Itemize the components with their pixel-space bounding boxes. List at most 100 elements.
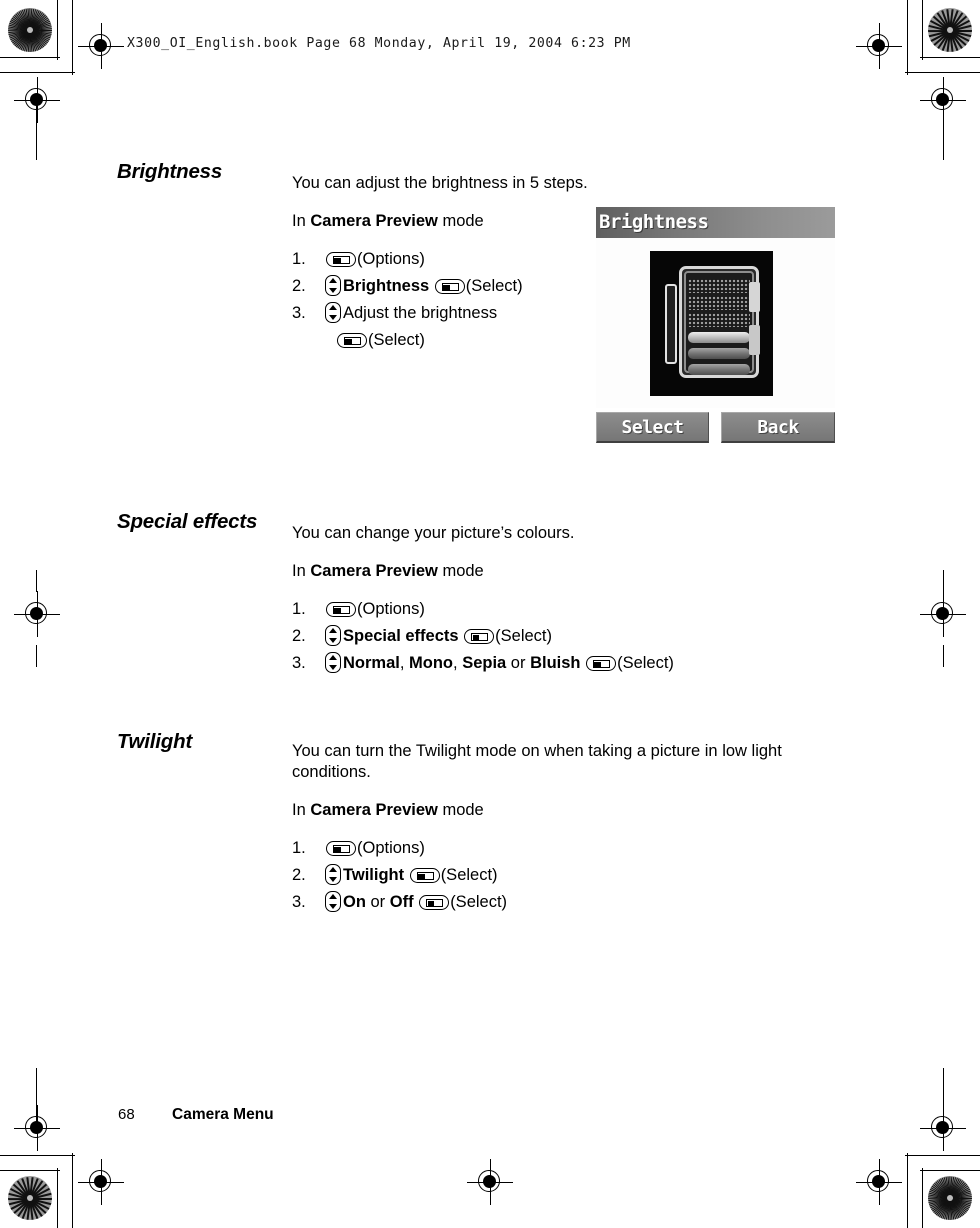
- step-number: 1.: [292, 600, 306, 618]
- step-number: 3.: [292, 654, 306, 672]
- separator: ,: [453, 654, 463, 672]
- photo-left-rail: [665, 284, 677, 364]
- step-item: 1. (Options): [292, 596, 852, 623]
- crop-line: [921, 0, 923, 60]
- special-effects-intro-paragraph: You can change your picture’s colours.: [292, 524, 575, 542]
- option-normal: Normal: [343, 654, 400, 672]
- softkey-icon[interactable]: [419, 895, 450, 910]
- separator-or: or: [506, 654, 531, 672]
- softkey-icon[interactable]: [409, 868, 440, 883]
- brightness-preview-photo: [650, 251, 773, 396]
- step-text: (Options): [357, 600, 425, 618]
- crop-line: [920, 57, 980, 59]
- mode-bold: Camera Preview: [310, 562, 438, 580]
- phone-screen-body: [596, 238, 835, 408]
- section-heading-special-effects: Special effects: [117, 510, 258, 533]
- registration-mark: [856, 1159, 902, 1205]
- star-target-mark: [8, 1176, 52, 1220]
- photo-dim-bar: [688, 364, 750, 375]
- crop-line: [72, 0, 74, 75]
- page-footer: 68 Camera Menu: [118, 1106, 274, 1124]
- star-target-mark: [928, 8, 972, 52]
- option-mono: Mono: [409, 654, 454, 672]
- navigation-key-icon[interactable]: [325, 864, 341, 885]
- step-text: (Options): [357, 250, 425, 268]
- phone-softkey-back[interactable]: Back: [721, 412, 835, 443]
- crop-line: [0, 72, 75, 74]
- option-bluish: Bluish: [530, 654, 581, 672]
- navigation-key-icon[interactable]: [325, 302, 341, 323]
- softkey-icon[interactable]: [326, 252, 356, 267]
- crop-line: [36, 645, 38, 667]
- step-bold-label: Special effects: [343, 627, 459, 645]
- crop-line: [906, 0, 908, 75]
- crop-line: [57, 0, 59, 60]
- step-number: 2.: [292, 866, 306, 884]
- twilight-steps: 1. (Options) 2. Twilight (Select) 3. On …: [292, 835, 852, 916]
- star-target-mark: [928, 1176, 972, 1220]
- crop-line: [942, 570, 944, 592]
- crop-line: [72, 1153, 74, 1228]
- crop-line: [0, 1169, 60, 1171]
- crop-line: [36, 1068, 38, 1128]
- footer-page-number: 68: [118, 1106, 135, 1123]
- phone-title-text: Brightness: [599, 211, 709, 233]
- navigation-key-icon[interactable]: [325, 275, 341, 296]
- step-number: 1.: [292, 839, 306, 857]
- navigation-key-icon[interactable]: [325, 891, 341, 912]
- mode-suffix: mode: [437, 801, 484, 819]
- phone-screenshot: Brightness Select Back: [596, 207, 835, 445]
- step-item: 3. Normal, Mono, Sepia or Bluish (Select…: [292, 650, 852, 677]
- special-effects-steps: 1. (Options) 2. Special effects (Select)…: [292, 596, 852, 677]
- photo-right-clip: [749, 282, 760, 312]
- crop-line: [942, 100, 944, 160]
- photo-mesh-row: [688, 279, 750, 293]
- navigation-key-icon[interactable]: [325, 652, 341, 673]
- mode-prefix: In: [292, 212, 311, 230]
- mode-bold: Camera Preview: [310, 212, 438, 230]
- softkey-icon[interactable]: [586, 656, 617, 671]
- crop-line: [905, 1154, 980, 1156]
- section-body-special-effects: You can change your picture’s colours. I…: [292, 523, 852, 677]
- navigation-key-icon[interactable]: [325, 625, 341, 646]
- step-bold-label: Brightness: [343, 277, 430, 295]
- softkey-icon[interactable]: [434, 279, 465, 294]
- crop-line: [942, 1068, 944, 1128]
- phone-softkey-select[interactable]: Select: [596, 412, 709, 443]
- step-item: 2. Special effects (Select): [292, 623, 852, 650]
- step-number: 2.: [292, 277, 306, 295]
- softkey-icon[interactable]: [337, 333, 367, 348]
- mode-suffix: mode: [437, 562, 484, 580]
- photo-mesh-row: [688, 296, 750, 310]
- registration-mark: [14, 591, 60, 637]
- special-effects-mode-line: In Camera Preview mode: [292, 561, 852, 582]
- step-text: (Options): [357, 839, 425, 857]
- step-text: (Select): [440, 866, 498, 884]
- option-sepia: Sepia: [462, 654, 507, 672]
- option-on: On: [343, 893, 366, 911]
- step-subtext: (Select): [368, 331, 425, 349]
- step-number: 3.: [292, 893, 306, 911]
- photo-bright-bar: [688, 332, 750, 343]
- separator: ,: [399, 654, 410, 672]
- step-item: 1. (Options): [292, 835, 852, 862]
- document-header-line: X300_OI_English.book Page 68 Monday, Apr…: [127, 36, 631, 51]
- photo-mesh-row: [688, 313, 750, 327]
- crop-line: [0, 1154, 75, 1156]
- crop-line: [920, 1169, 980, 1171]
- softkey-icon[interactable]: [326, 841, 356, 856]
- section-heading-brightness: Brightness: [117, 160, 223, 183]
- crop-line: [36, 100, 38, 160]
- softkey-icon[interactable]: [326, 602, 356, 617]
- step-bold-label: Twilight: [343, 866, 405, 884]
- registration-mark: [920, 591, 966, 637]
- footer-chapter-title: Camera Menu: [172, 1106, 274, 1123]
- step-number: 1.: [292, 250, 306, 268]
- crop-line: [942, 645, 944, 667]
- step-text: (Select): [495, 627, 553, 645]
- step-item: 2. Twilight (Select): [292, 862, 852, 889]
- step-text: (Select): [465, 277, 523, 295]
- softkey-icon[interactable]: [464, 629, 495, 644]
